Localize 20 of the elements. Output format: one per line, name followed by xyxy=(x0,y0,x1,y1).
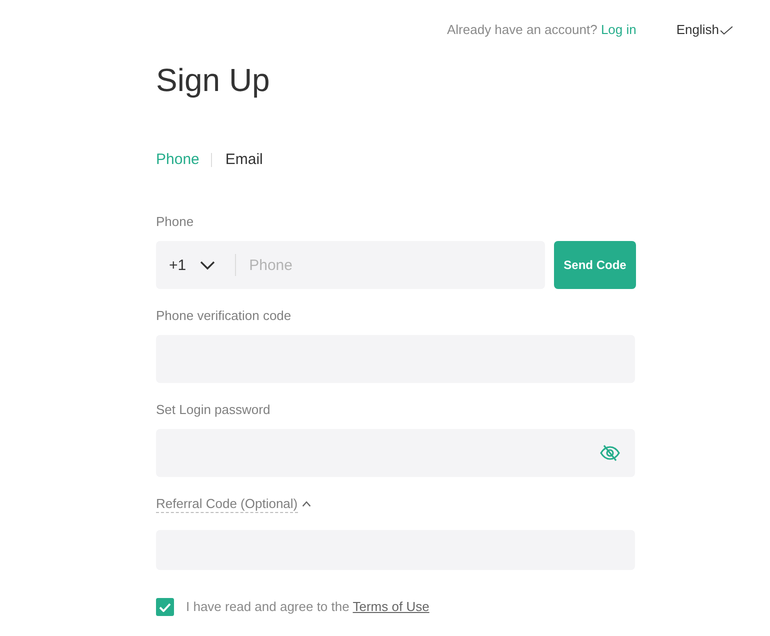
country-code-select[interactable]: +1 xyxy=(156,241,236,289)
eye-slash-icon xyxy=(600,444,620,462)
phone-field[interactable]: +1 Phone xyxy=(156,241,545,289)
agreement-text: I have read and agree to the Terms of Use xyxy=(186,598,430,616)
agree-checkbox[interactable] xyxy=(156,598,174,616)
tab[interactable]: Email xyxy=(225,150,263,170)
login-prompt: Already have an account? Log in xyxy=(446,21,636,39)
checkmark-icon xyxy=(159,602,171,612)
field-label: Phone xyxy=(156,213,194,231)
terms-of-use-link[interactable]: Terms of Use xyxy=(352,599,430,614)
password-input[interactable] xyxy=(156,429,635,477)
field-label: Set Login password xyxy=(156,401,270,419)
checkmark-icon xyxy=(720,26,733,34)
language-selector[interactable]: English xyxy=(676,21,733,39)
phone-input[interactable]: Phone xyxy=(236,241,545,289)
referral-code-toggle[interactable]: Referral Code (Optional) xyxy=(156,495,311,513)
chevron-down-icon xyxy=(200,260,216,270)
password-visibility-toggle[interactable] xyxy=(600,444,620,462)
page-title: Sign Up xyxy=(156,61,270,100)
field-label: Phone verification code xyxy=(156,307,292,325)
